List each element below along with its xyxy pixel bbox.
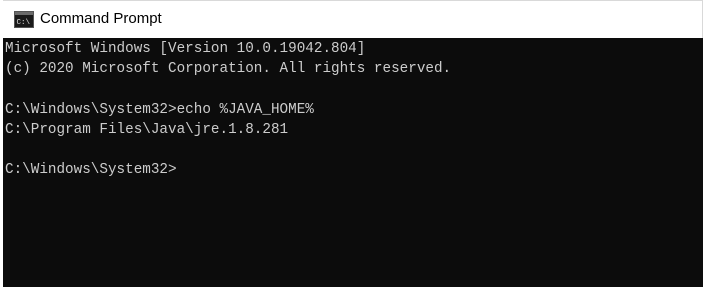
console-line: C:\Program Files\Java\jre.1.8.281 [5, 121, 289, 138]
command-prompt-line[interactable]: C:\Windows\System32> [5, 160, 703, 180]
console-line: C:\Windows\System32>echo %JAVA_HOME% [5, 101, 314, 118]
command-prompt-window: C:\ Command Prompt Microsoft Windows [Ve… [0, 0, 703, 287]
cmd-icon: C:\ [14, 11, 34, 28]
svg-text:C:\: C:\ [17, 19, 31, 27]
console-line: (c) 2020 Microsoft Corporation. All righ… [5, 61, 452, 78]
console-line: Microsoft Windows [Version 10.0.19042.80… [5, 41, 366, 57]
window-title: Command Prompt [40, 10, 162, 27]
title-bar[interactable]: C:\ Command Prompt [3, 0, 703, 38]
console-output[interactable]: Microsoft Windows [Version 10.0.19042.80… [3, 38, 703, 287]
